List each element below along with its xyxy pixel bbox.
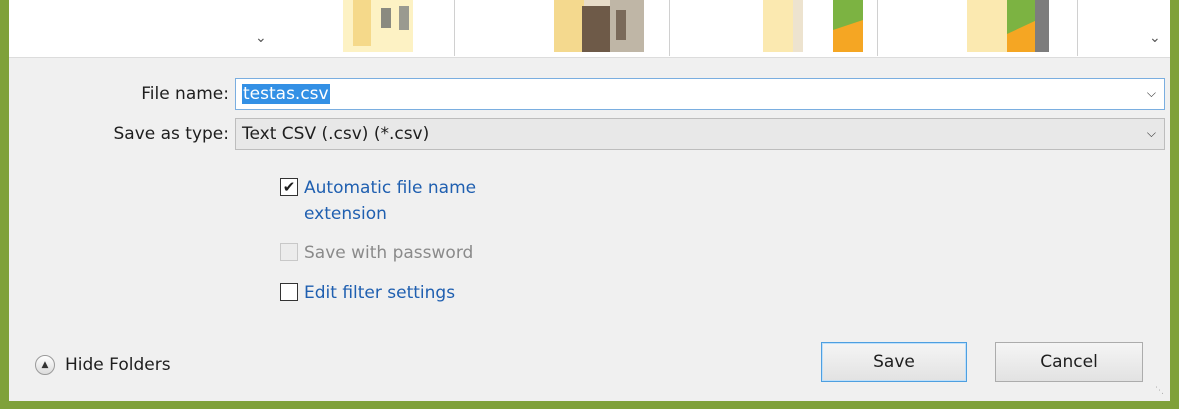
thumbnail-divider: [877, 0, 878, 56]
save-button[interactable]: Save: [821, 342, 967, 382]
save-as-type-select[interactable]: Text CSV (.csv) (*.csv) ⌵: [235, 118, 1165, 150]
file-name-input[interactable]: testas.csv ⌵: [235, 78, 1165, 110]
window-frame-right: [1170, 0, 1179, 409]
edit-filter-settings-checkbox[interactable]: [280, 283, 298, 301]
file-thumbnail[interactable]: [967, 0, 1063, 52]
thumbnail-divider: [669, 0, 670, 56]
edit-filter-settings-label[interactable]: Edit filter settings: [304, 280, 455, 306]
save-with-password-option: Save with password: [280, 240, 473, 266]
thumbnail-divider: [454, 0, 455, 56]
edit-filter-settings-option[interactable]: Edit filter settings: [280, 280, 455, 306]
file-thumbnail[interactable]: [763, 0, 863, 52]
automatic-extension-option[interactable]: ✔ Automatic file name extension: [280, 175, 476, 227]
checkmark-icon: ✔: [282, 177, 296, 196]
chevron-down-icon[interactable]: ⌄: [1149, 30, 1161, 46]
cancel-button[interactable]: Cancel: [995, 342, 1143, 382]
hide-folders-label[interactable]: Hide Folders: [65, 355, 171, 375]
file-name-value: testas.csv: [242, 84, 330, 104]
window-frame-left: [0, 0, 9, 409]
save-as-type-label: Save as type:: [113, 124, 229, 144]
automatic-extension-label[interactable]: Automatic file name extension: [304, 175, 476, 227]
save-as-type-value: Text CSV (.csv) (*.csv): [242, 124, 430, 144]
chevron-up-circle-icon[interactable]: ▲: [35, 355, 55, 375]
resize-grip-icon[interactable]: ⋱: [1155, 386, 1167, 398]
file-thumbnail[interactable]: [343, 0, 413, 52]
save-with-password-checkbox: [280, 243, 298, 261]
chevron-down-icon[interactable]: ⌵: [1147, 126, 1156, 141]
chevron-down-icon[interactable]: ⌵: [1147, 86, 1156, 101]
file-thumbnail[interactable]: [554, 0, 644, 52]
window-frame-bottom: [0, 401, 1179, 409]
automatic-extension-checkbox[interactable]: ✔: [280, 178, 298, 196]
save-as-dialog: ⌄ ⌄ File name: testas.csv ⌵ Save as type…: [9, 0, 1170, 401]
file-thumbnail-strip: ⌄ ⌄: [9, 0, 1170, 58]
thumbnail-divider: [1077, 0, 1078, 56]
file-name-label: File name:: [141, 84, 229, 104]
chevron-down-icon[interactable]: ⌄: [255, 30, 267, 46]
save-with-password-label: Save with password: [304, 243, 474, 263]
hide-folders-button[interactable]: ▲ Hide Folders: [35, 355, 171, 375]
